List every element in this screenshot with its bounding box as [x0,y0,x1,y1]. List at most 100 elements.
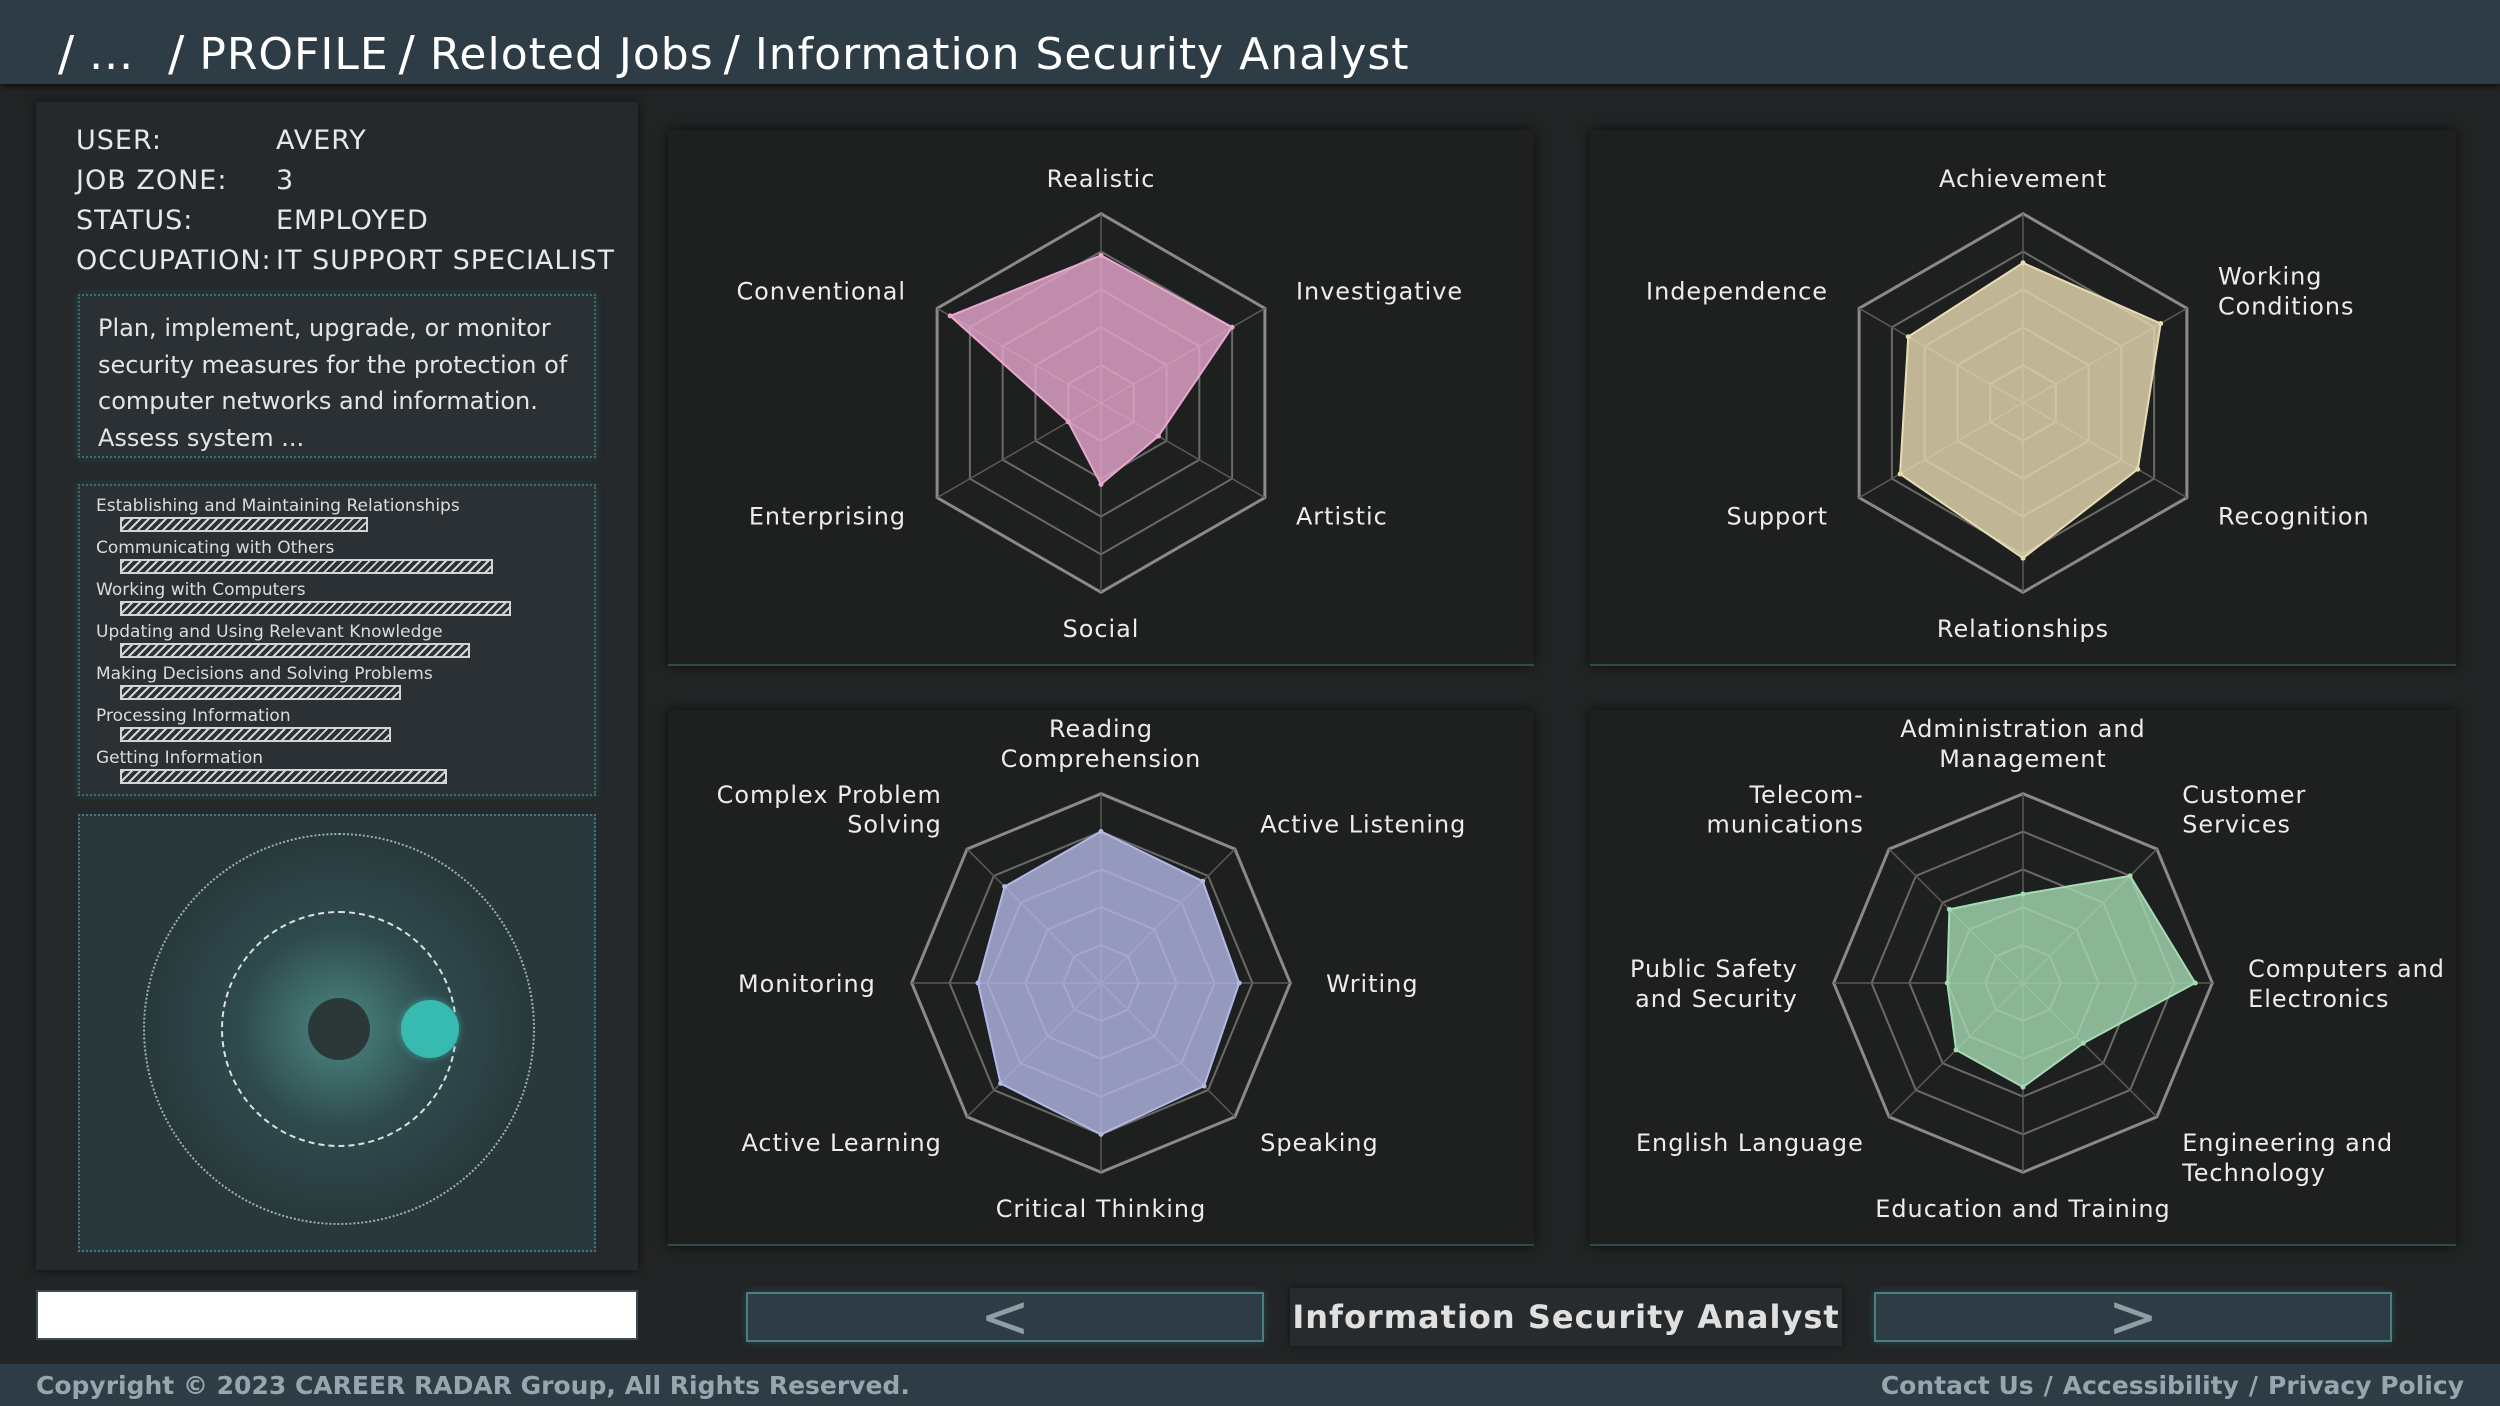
radar-axis-label: Active Learning [742,1129,942,1157]
radar-data-point [2080,1040,2086,1046]
breadcrumb: / ... / PROFILE / Reloted Jobs / Informa… [48,24,1410,84]
skill-label: Establishing and Maintaining Relationshi… [96,496,460,516]
contact-us-link[interactable]: Contact Us [1881,1371,2034,1400]
skill-item: Getting Information [96,748,447,784]
radar-data-point [2020,1084,2026,1090]
skills-list: Establishing and Maintaining Relationshi… [78,484,596,796]
profile-panel: USER: AVERY JOB ZONE: 3 STATUS: EMPLOYED… [36,102,638,1270]
skill-bar [120,601,511,616]
radar-data-point [1905,334,1911,340]
search-input[interactable] [36,1290,638,1340]
orbit-satellite-dot[interactable] [401,1000,459,1058]
top-header: / ... / PROFILE / Reloted Jobs / Informa… [0,0,2500,84]
radar-data-point [1098,1131,1104,1137]
profile-row-user: USER: AVERY [76,120,636,160]
chevron-right-icon: > [2107,1282,2159,1352]
radar-axis-label: Reading Comprehension [1001,715,1202,773]
breadcrumb-ellipsis[interactable]: ... [89,29,134,80]
radar-data-point [1098,481,1104,487]
footer-links: Contact Us / Accessibility / Privacy Pol… [1881,1371,2464,1400]
radar-axis-label: Education and Training [1875,1195,2170,1223]
skill-bar [120,769,447,784]
radar-data-point [1098,829,1104,835]
radar-data-point [975,980,981,986]
radar-axis-label: Independence [1646,277,1828,305]
skill-bar [120,685,401,700]
profile-row-job-zone: JOB ZONE: 3 [76,160,636,200]
radar-axis-label: Complex Problem Solving [717,781,942,839]
abilities-radar-card: Reading Comprehension Active Listening Writ… [668,710,1534,1246]
skill-bar [120,643,470,658]
orbit-visual [78,814,596,1252]
orbit-center-dot [308,998,370,1060]
radar-data-point [1944,980,1950,986]
radar-data-point [998,1080,1004,1086]
radar-axis-label: Monitoring [738,970,876,998]
knowledge-radar-chart: Administration and Management Customer Serv… [1630,715,2445,1223]
job-description: Plan, implement, upgrade, or monitor sec… [78,294,596,458]
breadcrumb-related-jobs[interactable]: Reloted Jobs [430,29,714,80]
footer-separator: / [2248,1370,2259,1400]
profile-info: USER: AVERY JOB ZONE: 3 STATUS: EMPLOYED… [76,120,636,280]
footer: Copyright © 2023 CAREER RADAR Group, All… [0,1364,2500,1406]
breadcrumb-separator: / [398,26,416,82]
radar-data-point [1236,980,1242,986]
radar-axis-label: Enterprising [749,503,906,531]
radar-data-point [1953,1047,1959,1053]
breadcrumb-separator: / [58,26,76,82]
profile-value: EMPLOYED [276,204,429,236]
radar-data-point [1201,1083,1207,1089]
skill-label: Getting Information [96,748,264,768]
radar-axis-label: Writing [1326,970,1418,998]
radar-data-point [2020,891,2026,897]
radar-data-point [2192,980,2198,986]
radar-data-point [1946,906,1952,912]
work-values-radar-card: Achievement Working Conditions Recognition R… [1590,130,2456,666]
privacy-policy-link[interactable]: Privacy Policy [2268,1371,2464,1400]
footer-separator: / [2043,1370,2053,1400]
radar-data-area [1946,874,2197,1089]
profile-key: USER: [76,124,162,156]
skill-item: Making Decisions and Solving Problems [96,664,433,700]
next-job-button[interactable]: > [1874,1282,2392,1352]
radar-data-point [947,313,953,319]
radar-data-point [1229,324,1235,330]
radar-axis-label: Realistic [1047,165,1156,193]
copyright-text: Copyright © 2023 CAREER RADAR Group, All… [36,1370,910,1400]
radar-data-point [1065,419,1071,425]
previous-job-button[interactable]: < [746,1282,1264,1352]
radar-axis-label: Telecom-munications [1707,781,1864,839]
profile-value: IT SUPPORT SPECIALIST [276,244,616,276]
radar-axis-label: Computers and Electronics [2248,955,2445,1013]
breadcrumb-separator: / [723,26,741,82]
radar-data-point [1200,878,1206,884]
profile-row-occupation: OCCUPATION: IT SUPPORT SPECIALIST [76,240,636,280]
radar-axis-label: Relationships [1937,615,2109,643]
radar-axis-label: Achievement [1939,165,2107,193]
skill-item: Establishing and Maintaining Relationshi… [96,496,460,532]
radar-data-point [2158,320,2164,326]
radar-data-point [1098,252,1104,258]
radar-axis-label: Conventional [736,277,906,305]
radar-data-area [948,254,1234,486]
abilities-radar-chart: Reading Comprehension Active Listening Writ… [717,715,1466,1223]
radar-axis-label: Investigative [1296,277,1463,305]
profile-row-status: STATUS: EMPLOYED [76,200,636,240]
skill-bar [120,559,493,574]
radar-data-point [2135,466,2141,472]
skill-label: Working with Computers [96,580,306,600]
radar-axis-label: Artistic [1296,503,1388,531]
breadcrumb-profile[interactable]: PROFILE [199,29,388,80]
current-job-title: Information Security Analyst [1290,1288,1842,1346]
skill-item: Updating and Using Relevant Knowledge [96,622,470,658]
accessibility-link[interactable]: Accessibility [2063,1371,2239,1400]
skill-label: Making Decisions and Solving Problems [96,664,433,684]
breadcrumb-current-job: Information Security Analyst [754,28,1410,80]
breadcrumb-separator: / [168,26,186,82]
radar-axis-label: Recognition [2218,503,2370,531]
profile-value: 3 [276,164,295,196]
profile-key: JOB ZONE: [76,164,228,196]
chevron-left-icon: < [979,1282,1031,1352]
radar-data-point [1002,884,1008,890]
radar-data-area [976,830,1241,1136]
